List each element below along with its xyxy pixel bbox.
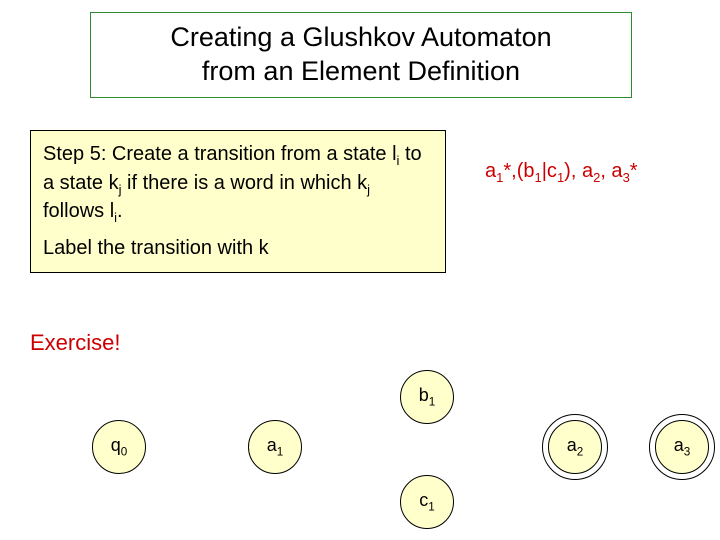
state-a2-final: a2	[548, 420, 602, 474]
state-a3-final: a3	[655, 420, 709, 474]
title-box: Creating a Glushkov Automaton from an El…	[90, 12, 632, 98]
state-q0: q0	[92, 420, 146, 474]
state-c1: c1	[400, 475, 454, 529]
state-b1: b1	[400, 370, 454, 424]
regex-expression: a1*,(b1|c1), a2, a3*	[485, 160, 638, 185]
exercise-label: Exercise!	[30, 330, 120, 356]
step-paragraph-2: Label the transition with k	[43, 235, 433, 262]
state-a1: a1	[248, 420, 302, 474]
title-line-2: from an Element Definition	[91, 55, 631, 89]
title-line-1: Creating a Glushkov Automaton	[91, 21, 631, 55]
step-description-box: Step 5: Create a transition from a state…	[30, 130, 446, 273]
step-paragraph-1: Step 5: Create a transition from a state…	[43, 141, 433, 227]
